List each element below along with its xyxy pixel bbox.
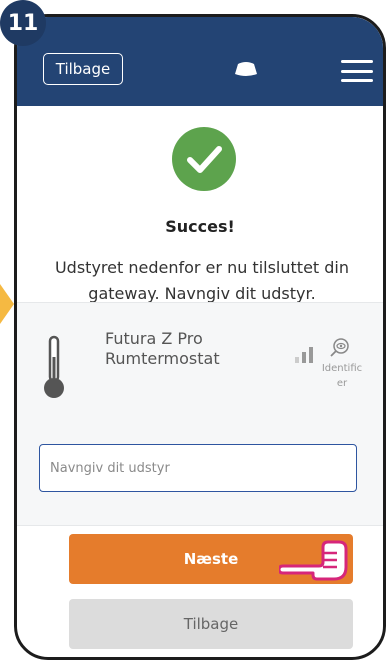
side-arrow-marker [0,284,14,324]
gateway-device-icon [235,62,257,76]
hamburger-menu-icon[interactable] [341,60,373,82]
identify-eye-icon[interactable] [329,336,351,358]
check-circle-icon [172,127,236,191]
step-number: 11 [7,10,39,36]
device-card: Futura Z Pro Rumtermostat Identific er [17,302,383,526]
success-message: Udstyret nedenfor er nu tilsluttet din g… [54,258,350,303]
step-number-badge: 11 [0,0,46,46]
identify-label[interactable]: Identific er [317,361,367,391]
app-header: Tilbage [17,17,383,106]
phone-frame: Tilbage Succes! Udstyret nedenfor er nu … [14,14,386,660]
thermostat-icon [44,335,64,398]
success-title: Succes! [165,217,235,236]
back-button[interactable]: Tilbage [69,599,353,649]
device-name-line2: Rumtermostat [105,349,220,368]
device-name-line1: Futura Z Pro [105,329,203,348]
identify-label-line1: Identific [321,363,363,374]
pointing-hand-icon [279,540,348,581]
identify-label-line2: er [336,378,348,389]
device-name: Futura Z Pro Rumtermostat [105,329,220,369]
header-back-button[interactable]: Tilbage [43,53,123,85]
device-name-input[interactable] [39,444,357,492]
signal-strength-icon [295,347,313,363]
